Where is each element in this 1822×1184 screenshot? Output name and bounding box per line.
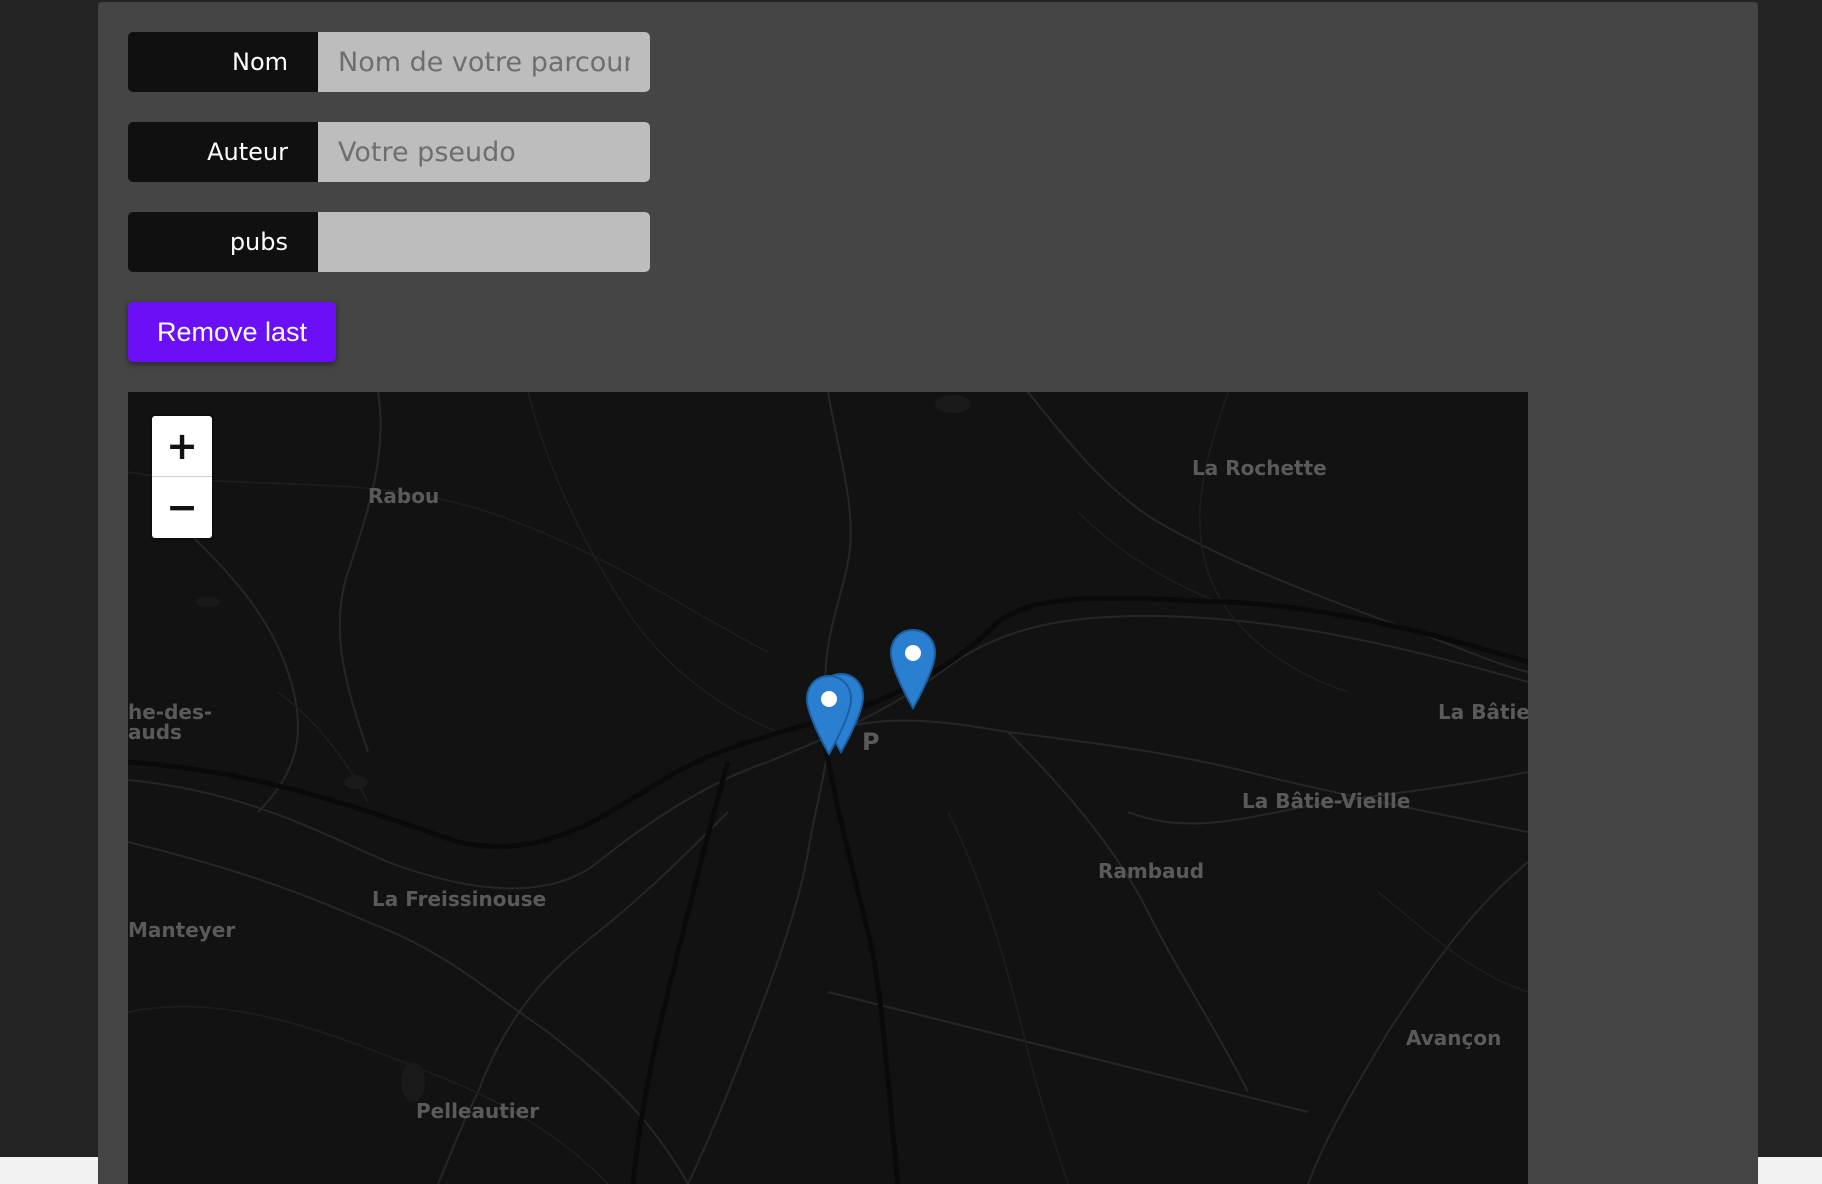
pubs-input[interactable]: [318, 212, 650, 272]
map-marker-icon[interactable]: [888, 628, 938, 710]
place-label-roche-des-arnauds: he-des- auds: [128, 700, 213, 744]
zoom-in-button[interactable]: +: [152, 416, 212, 476]
place-label-rambaud: Rambaud: [1098, 859, 1205, 883]
author-field-group: Auteur: [128, 122, 650, 182]
place-label-pelleautier: Pelleautier: [416, 1099, 540, 1123]
place-label-la-batie-vieille: La Bâtie-Vieille: [1242, 789, 1411, 813]
place-label-avancon: Avançon: [1406, 1026, 1502, 1050]
zoom-control: + −: [152, 416, 212, 538]
author-label: Auteur: [128, 122, 318, 182]
map-view[interactable]: + − La Rochette Rabou he-des- auds La Bâ…: [128, 392, 1528, 1184]
name-input[interactable]: [318, 32, 650, 92]
remove-last-button[interactable]: Remove last: [128, 302, 336, 362]
author-input[interactable]: [318, 122, 650, 182]
name-field-group: Nom: [128, 32, 650, 92]
pubs-field-group: pubs: [128, 212, 650, 272]
place-label-la-rochette: La Rochette: [1192, 456, 1327, 480]
place-label-manteyer: Manteyer: [128, 918, 236, 942]
place-label-la-freissinouse: La Freissinouse: [372, 887, 547, 911]
place-label-la-batie-neuve: La Bâtie-: [1438, 700, 1528, 724]
name-label: Nom: [128, 32, 318, 92]
zoom-out-button[interactable]: −: [152, 476, 212, 537]
pubs-label: pubs: [128, 212, 318, 272]
place-label-rabou: Rabou: [368, 484, 440, 508]
route-editor-panel: Nom Auteur pubs Remove last: [98, 2, 1758, 1184]
map-roads-layer: [128, 392, 1528, 1184]
map-marker-icon[interactable]: [804, 674, 854, 756]
